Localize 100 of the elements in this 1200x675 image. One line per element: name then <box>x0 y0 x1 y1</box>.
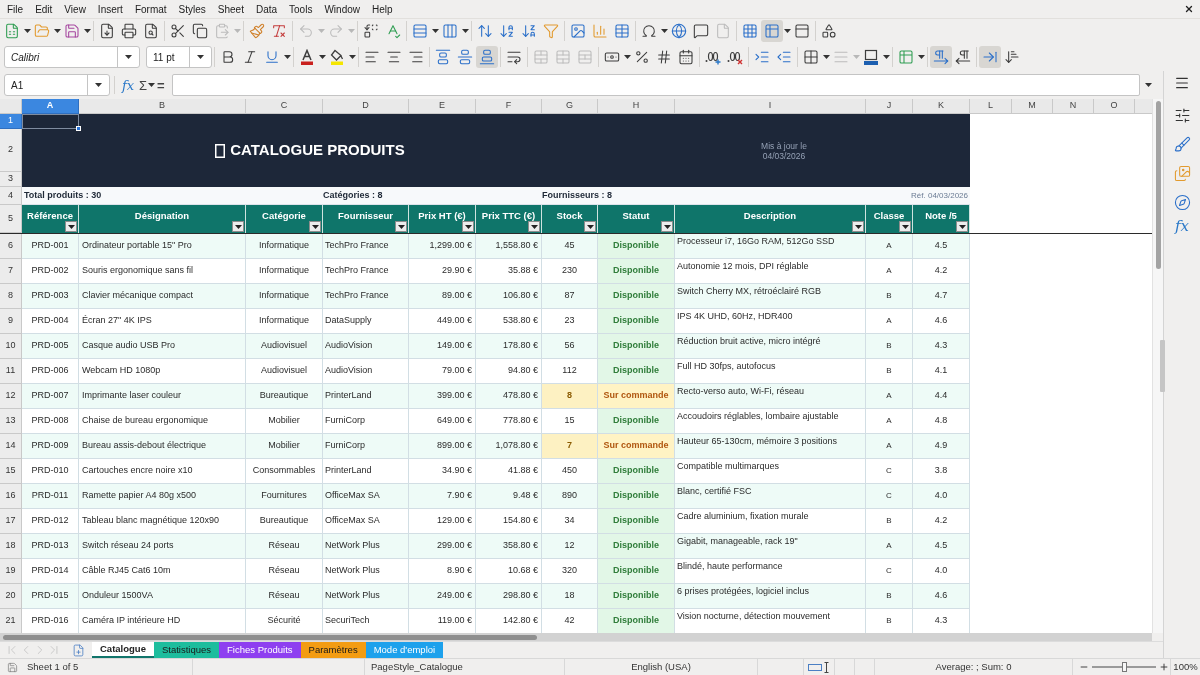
caret-icon[interactable] <box>95 83 102 87</box>
align-middle-icon[interactable] <box>457 49 473 65</box>
row-header[interactable]: 10 <box>0 334 22 359</box>
sheet-tab[interactable]: Paramètres <box>300 642 366 658</box>
row-header[interactable]: 7 <box>0 259 22 284</box>
scroll-thumb[interactable] <box>3 634 537 640</box>
find-replace-icon[interactable] <box>363 23 379 39</box>
caret-icon[interactable] <box>660 29 668 33</box>
sheet-tab[interactable]: Fiches Produits <box>219 642 301 658</box>
selection-mode-icon[interactable] <box>808 661 830 673</box>
align-top-icon[interactable] <box>435 49 451 65</box>
column-header[interactable]: E <box>409 99 476 114</box>
filter-button[interactable] <box>309 221 321 232</box>
percent-icon[interactable] <box>634 49 650 65</box>
row-header[interactable]: 20 <box>0 584 22 609</box>
caret-icon[interactable] <box>783 29 791 33</box>
filter-button[interactable] <box>528 221 540 232</box>
column-header[interactable]: M <box>1012 99 1053 114</box>
row-header[interactable]: 11 <box>0 359 22 384</box>
caret-icon[interactable] <box>431 29 439 33</box>
menu-item[interactable]: Tools <box>283 1 319 17</box>
indent-increase-icon[interactable] <box>754 49 770 65</box>
row-header[interactable]: 3 <box>0 172 22 187</box>
file-search-icon[interactable] <box>143 23 159 39</box>
menu-item[interactable]: Insert <box>91 1 129 17</box>
filter-button[interactable] <box>899 221 911 232</box>
caret-icon[interactable] <box>623 55 631 59</box>
border-color-icon[interactable] <box>863 49 879 65</box>
sum-button[interactable]: Σ <box>139 78 148 92</box>
arrow-down-icon[interactable] <box>1004 49 1020 65</box>
caret-icon[interactable] <box>318 55 326 59</box>
add-sheet-icon[interactable] <box>72 643 85 657</box>
horizontal-scrollbar[interactable] <box>0 633 1152 641</box>
italic-icon[interactable] <box>242 49 258 65</box>
row-header[interactable]: 16 <box>0 484 22 509</box>
functions-button[interactable]: fx <box>1175 219 1189 234</box>
filter-button[interactable] <box>661 221 673 232</box>
properties-icon[interactable] <box>1173 107 1191 124</box>
column-header[interactable]: F <box>476 99 542 114</box>
name-box[interactable]: A1 <box>4 74 110 96</box>
filter-button[interactable] <box>956 221 968 232</box>
menu-item[interactable]: Sheet <box>211 1 250 17</box>
row-header[interactable]: 12 <box>0 384 22 409</box>
grid-icon[interactable] <box>742 23 758 39</box>
wrap-text-icon[interactable] <box>506 49 522 65</box>
filter-button[interactable] <box>232 221 244 232</box>
copy-icon[interactable] <box>192 23 208 39</box>
column-header[interactable]: D <box>323 99 409 114</box>
equals-button[interactable]: = <box>157 78 165 92</box>
column-header[interactable]: H <box>598 99 675 114</box>
font-size-field[interactable]: 11 pt <box>146 46 212 68</box>
add-decimal-icon[interactable] <box>705 49 721 65</box>
filter-button[interactable] <box>852 221 864 232</box>
menu-item[interactable]: Data <box>249 1 284 17</box>
align-right-icon[interactable] <box>408 49 424 65</box>
menu-item[interactable]: Edit <box>29 1 59 17</box>
row-header[interactable]: 13 <box>0 409 22 434</box>
scroll-thumb[interactable] <box>1155 101 1161 269</box>
row-header[interactable]: 21 <box>0 609 22 633</box>
row-header[interactable]: 8 <box>0 284 22 309</box>
row-header[interactable]: 14 <box>0 434 22 459</box>
globe-icon[interactable] <box>671 23 687 39</box>
expand-caret-icon[interactable] <box>1145 83 1153 87</box>
omega-icon[interactable] <box>641 23 657 39</box>
indent-decrease-icon[interactable] <box>776 49 792 65</box>
file-download-icon[interactable] <box>99 23 115 39</box>
menu-item[interactable]: Styles <box>172 1 212 17</box>
filter-button[interactable] <box>65 221 77 232</box>
function-wizard-button[interactable]: fx <box>119 78 137 92</box>
caret-icon[interactable] <box>822 55 830 59</box>
row-header[interactable]: 17 <box>0 509 22 534</box>
navigator-icon[interactable] <box>1173 194 1191 211</box>
column-header[interactable]: B <box>79 99 246 114</box>
font-color-icon[interactable] <box>299 49 315 65</box>
caret-icon[interactable] <box>147 83 155 87</box>
caret-icon[interactable] <box>283 55 291 59</box>
table-icon[interactable] <box>614 23 630 39</box>
styles-icon[interactable] <box>1173 136 1191 153</box>
caret-icon[interactable] <box>53 29 61 33</box>
grid-icon[interactable] <box>803 49 819 65</box>
shapes-icon[interactable] <box>821 23 837 39</box>
menu-item[interactable]: View <box>58 1 92 17</box>
row-header[interactable]: 2 <box>0 129 22 172</box>
column-header[interactable]: I <box>675 99 866 114</box>
column-header[interactable]: A <box>22 99 79 114</box>
spellcheck-icon[interactable] <box>385 23 401 39</box>
caret-icon[interactable] <box>125 55 132 59</box>
row-header[interactable]: 9 <box>0 309 22 334</box>
row-header[interactable]: 18 <box>0 534 22 559</box>
printer-icon[interactable] <box>121 23 137 39</box>
panel-icon[interactable] <box>794 23 810 39</box>
caret-icon[interactable] <box>917 55 925 59</box>
caret-icon[interactable] <box>23 29 31 33</box>
sort-ascending-icon[interactable] <box>499 23 515 39</box>
align-left-icon[interactable] <box>364 49 380 65</box>
menu-icon[interactable] <box>1174 75 1190 91</box>
column-header[interactable]: L <box>970 99 1012 114</box>
sidebar-handle[interactable] <box>1160 340 1165 392</box>
fill-handle[interactable] <box>76 126 81 131</box>
align-center-icon[interactable] <box>386 49 402 65</box>
